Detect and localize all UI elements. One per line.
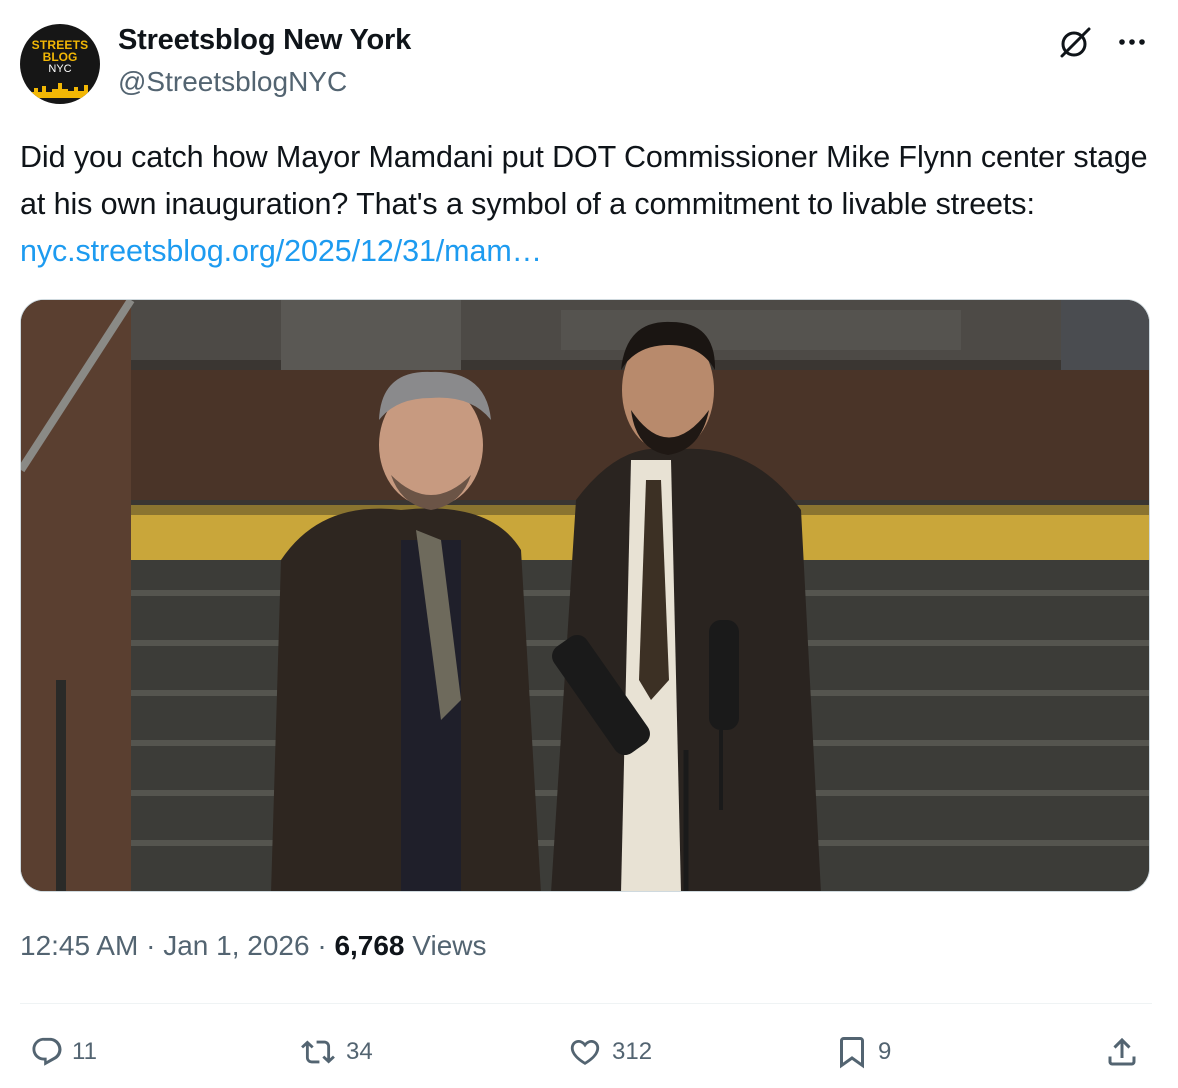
separator-dot: · <box>317 930 327 961</box>
tweet-meta: 12:45 AM · Jan 1, 2026 · 6,768 Views <box>20 930 486 962</box>
tweet-link[interactable]: nyc.streetsblog.org/2025/12/31/mam… <box>20 234 542 268</box>
grok-icon[interactable] <box>1058 26 1092 60</box>
bookmark-icon <box>840 1037 864 1069</box>
repost-icon <box>301 1040 335 1064</box>
share-button[interactable] <box>1104 1030 1140 1074</box>
reply-icon <box>32 1037 62 1066</box>
divider <box>20 1003 1152 1004</box>
account-handle[interactable]: @StreetsblogNYC <box>118 66 347 98</box>
tweet-body: Did you catch how Mayor Mamdani put DOT … <box>20 140 1148 221</box>
repost-count: 34 <box>346 1038 373 1065</box>
bookmark-count: 9 <box>878 1038 892 1065</box>
like-button[interactable]: 312 <box>566 1030 652 1074</box>
display-name[interactable]: Streetsblog New York <box>118 24 411 57</box>
more-icon[interactable] <box>1114 28 1150 56</box>
like-icon <box>570 1039 600 1065</box>
tweet-photo[interactable] <box>20 299 1150 892</box>
tweet-text: Did you catch how Mayor Mamdani put DOT … <box>20 134 1150 275</box>
avatar[interactable]: STREETS BLOG NYC <box>20 24 100 104</box>
views-label: Views <box>412 930 487 961</box>
reply-count: 11 <box>72 1038 97 1065</box>
tweet-date[interactable]: Jan 1, 2026 <box>163 930 309 961</box>
bookmark-button[interactable]: 9 <box>834 1030 891 1074</box>
avatar-text-nyc: NYC <box>48 63 72 75</box>
views-count: 6,768 <box>334 930 405 961</box>
skyline-icon <box>28 83 88 98</box>
avatar-text-blog: BLOG <box>42 50 78 64</box>
separator-dot: · <box>146 930 156 961</box>
like-count: 312 <box>612 1038 653 1065</box>
reply-button[interactable]: 11 <box>30 1030 97 1074</box>
share-icon <box>1108 1037 1136 1066</box>
tweet-time[interactable]: 12:45 AM <box>20 930 138 961</box>
repost-button[interactable]: 34 <box>298 1030 373 1074</box>
photo-scene <box>21 300 1149 891</box>
